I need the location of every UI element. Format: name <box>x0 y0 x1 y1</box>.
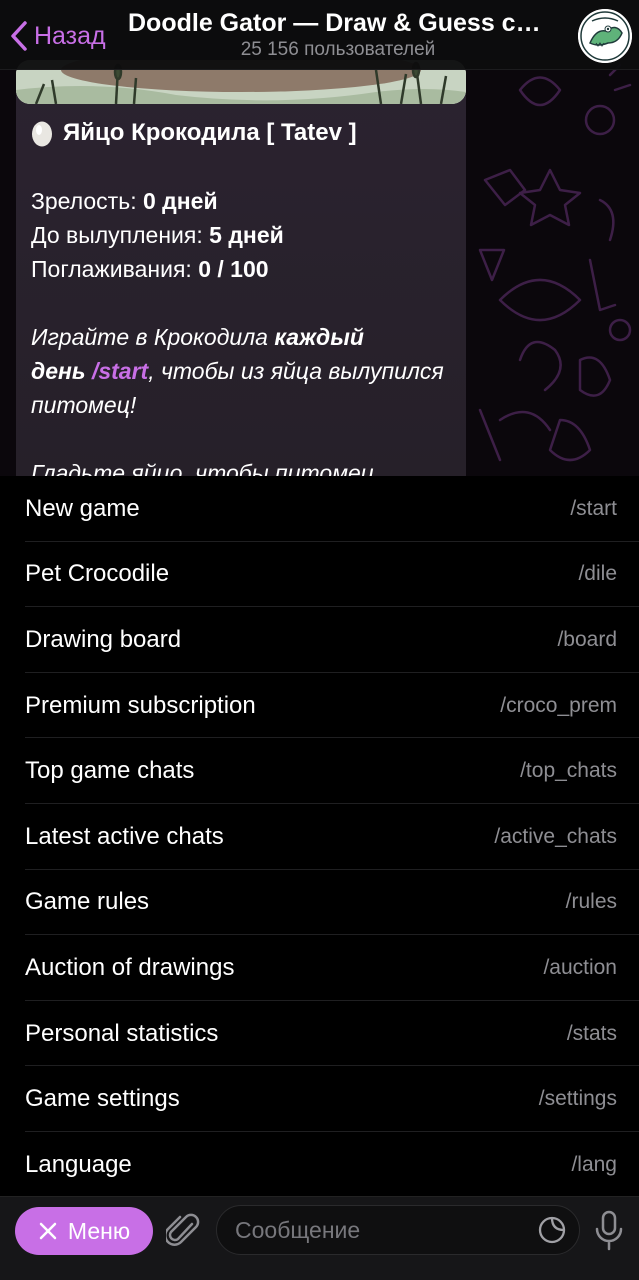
pets-label: Поглаживания: <box>31 256 199 282</box>
command-latest-active-chats[interactable]: Latest active chats /active_chats <box>0 804 639 870</box>
crocodile-avatar-icon <box>578 9 632 63</box>
hatch-line: До вылупления: 5 дней <box>31 218 456 252</box>
command-slash: /lang <box>571 1152 617 1176</box>
command-auction[interactable]: Auction of drawings /auction <box>0 935 639 1001</box>
pets-line: Поглаживания: 0 / 100 <box>31 252 456 286</box>
bot-menu-button[interactable]: Меню <box>15 1207 153 1255</box>
command-game-settings[interactable]: Game settings /settings <box>0 1066 639 1132</box>
command-slash: /stats <box>566 1021 617 1045</box>
microphone-button[interactable] <box>593 1209 625 1253</box>
message-field[interactable] <box>216 1205 580 1255</box>
command-label: Game rules <box>25 888 150 916</box>
hatch-label: До вылупления: <box>31 222 210 248</box>
maturity-label: Зрелость: <box>31 188 143 214</box>
close-icon <box>39 1222 57 1240</box>
command-label: Language <box>25 1150 132 1178</box>
start-command-link[interactable]: /start <box>92 358 148 384</box>
paperclip-icon <box>164 1213 200 1246</box>
command-pet-crocodile[interactable]: Pet Crocodile /dile <box>0 542 639 608</box>
message-input[interactable] <box>235 1206 535 1254</box>
command-label: Top game chats <box>25 757 195 785</box>
cut-off-text: Гладьте яйцо, чтобы питомец <box>31 460 374 476</box>
command-label: Auction of drawings <box>25 953 235 981</box>
command-premium-subscription[interactable]: Premium subscription /croco_prem <box>0 673 639 739</box>
command-slash: /croco_prem <box>500 693 617 717</box>
egg-title-line: Яйцо Крокодила [ Tatev ] <box>31 116 456 150</box>
egg-title: Яйцо Крокодила [ Tatev ] <box>63 119 357 146</box>
command-new-game[interactable]: New game /start <box>0 476 639 542</box>
command-slash: /auction <box>543 955 617 979</box>
play-bold-day: день <box>31 358 86 384</box>
back-button[interactable]: Назад <box>8 18 106 54</box>
message-input-bar: Меню <box>0 1196 639 1280</box>
command-slash: /settings <box>538 1087 617 1111</box>
microphone-icon <box>595 1210 623 1251</box>
command-personal-statistics[interactable]: Personal statistics /stats <box>0 1001 639 1067</box>
bot-commands-menu: New game /start Pet Crocodile /dile Draw… <box>0 476 639 1196</box>
chat-title-block[interactable]: Doodle Gator — Draw & Guess ch... 25 156… <box>128 9 548 61</box>
command-slash: /rules <box>565 890 617 914</box>
member-count: 25 156 пользователей <box>240 39 436 60</box>
menu-button-label: Меню <box>67 1217 131 1244</box>
command-language[interactable]: Language /lang <box>0 1132 639 1198</box>
command-label: Latest active chats <box>25 822 224 850</box>
command-label: Game settings <box>25 1085 180 1113</box>
command-game-rules[interactable]: Game rules /rules <box>0 870 639 936</box>
play-hint: Играйте в Крокодила каждый день /start, … <box>31 320 456 422</box>
command-label: Premium subscription <box>25 691 256 719</box>
sticker-icon <box>538 1216 566 1244</box>
message-text: Яйцо Крокодила [ Tatev ] Зрелость: 0 дне… <box>31 116 456 476</box>
bot-avatar[interactable] <box>578 9 632 63</box>
command-label: New game <box>25 494 140 522</box>
command-slash: /top_chats <box>520 759 617 783</box>
play-prefix: Играйте в Крокодила <box>31 324 275 350</box>
back-label: Назад <box>34 21 106 50</box>
command-top-game-chats[interactable]: Top game chats /top_chats <box>0 738 639 804</box>
play-bold-every: каждый <box>274 324 364 350</box>
attach-button[interactable] <box>164 1211 202 1251</box>
command-label: Pet Crocodile <box>25 560 170 588</box>
chevron-left-icon <box>8 19 30 53</box>
command-slash: /start <box>570 496 617 520</box>
pets-value: 0 / 100 <box>198 256 269 282</box>
command-slash: /dile <box>578 562 617 586</box>
command-drawing-board[interactable]: Drawing board /board <box>0 607 639 673</box>
command-label: Personal statistics <box>25 1019 219 1047</box>
chat-header: Назад Doodle Gator — Draw & Guess ch... … <box>0 0 639 70</box>
command-label: Drawing board <box>25 625 182 653</box>
maturity-value: 0 дней <box>142 188 218 214</box>
hatch-value: 5 дней <box>209 222 284 248</box>
command-slash: /active_chats <box>494 824 617 848</box>
bot-message-bubble: Яйцо Крокодила [ Tatev ] Зрелость: 0 дне… <box>16 60 466 476</box>
command-slash: /board <box>557 627 617 651</box>
sticker-button[interactable] <box>537 1215 567 1245</box>
egg-icon <box>31 120 53 147</box>
chat-title: Doodle Gator — Draw & Guess ch... <box>128 9 548 37</box>
maturity-line: Зрелость: 0 дней <box>31 184 456 218</box>
